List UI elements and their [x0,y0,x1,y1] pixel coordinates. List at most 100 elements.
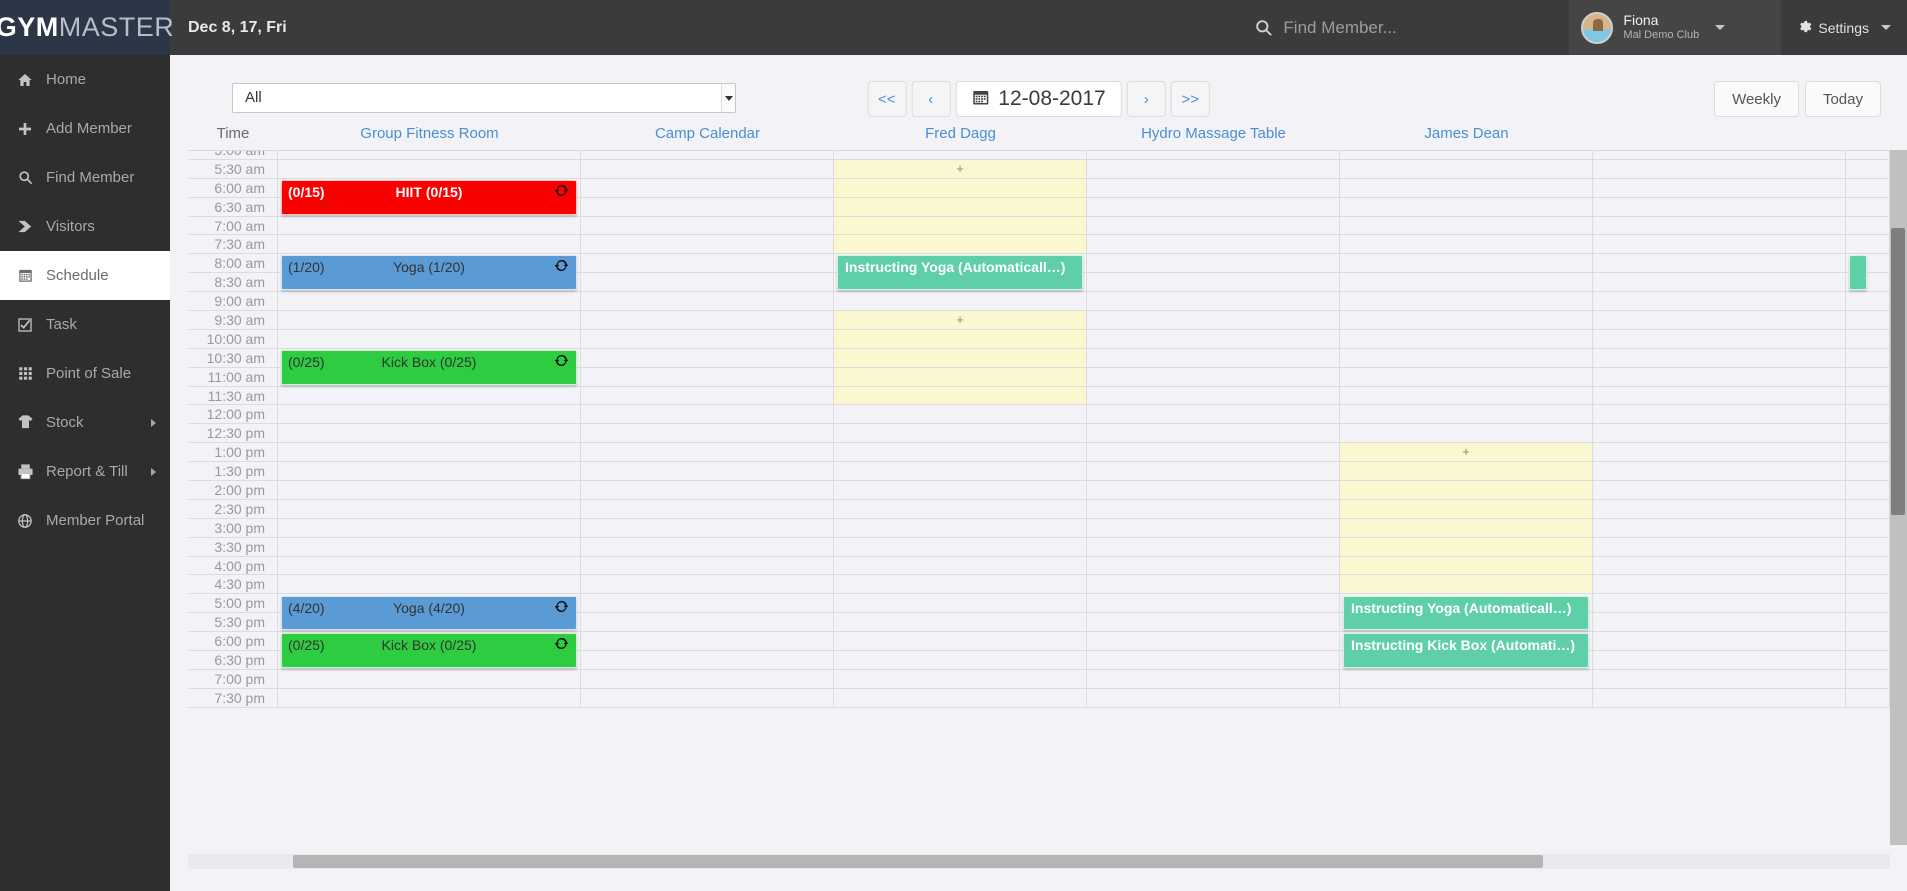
calendar-cell[interactable] [1340,235,1593,255]
chevron-down-icon[interactable] [721,84,735,112]
availability-slot[interactable] [1340,556,1593,576]
calendar-cell[interactable] [1087,575,1340,595]
column-header-group-fitness-room[interactable]: Group Fitness Room [278,125,581,142]
calendar-cell[interactable] [1087,499,1340,519]
calendar-cell[interactable] [278,216,581,236]
calendar-cell[interactable] [1846,462,1890,482]
calendar-cell[interactable] [834,518,1087,538]
calendar-cell[interactable] [1087,424,1340,444]
calendar-cell[interactable] [278,235,581,255]
calendar-cell[interactable] [1087,197,1340,217]
calendar-cell[interactable] [1087,311,1340,330]
calendar-cell[interactable] [1593,575,1846,595]
calendar-cell[interactable] [834,594,1087,614]
calendar-cell[interactable] [1846,386,1890,406]
column-header-fred-dagg[interactable]: Fred Dagg [834,125,1087,142]
calendar-cell[interactable] [1846,575,1890,595]
column-header-james-dean[interactable]: James Dean [1340,125,1593,142]
availability-slot[interactable] [1340,518,1593,538]
calendar-cell[interactable] [1593,499,1846,519]
availability-slot[interactable] [1340,537,1593,557]
calendar-cell[interactable] [1846,311,1890,330]
calendar-cell[interactable] [1087,594,1340,614]
calendar-cell[interactable] [1087,537,1340,557]
calendar-cell[interactable] [834,575,1087,595]
calendar-cell[interactable] [1087,443,1340,463]
calendar-cell[interactable] [278,481,581,500]
calendar-cell[interactable] [1087,178,1340,198]
calendar-event[interactable]: (1/20) Yoga (1/20) [281,255,577,291]
calendar-cell[interactable] [1087,556,1340,576]
availability-slot[interactable] [1340,462,1593,482]
calendar-cell[interactable] [1846,178,1890,198]
app-logo[interactable]: GYM MASTER [0,0,174,55]
calendar-cell[interactable] [581,292,834,312]
calendar-cell[interactable] [1340,669,1593,689]
calendar-cell[interactable] [1846,632,1890,652]
sidebar-item-task[interactable]: Task [0,300,170,349]
sidebar-item-report-till[interactable]: Report & Till [0,447,170,496]
calendar-cell[interactable] [1087,292,1340,312]
calendar-cell[interactable] [278,688,581,708]
calendar-cell[interactable] [1593,405,1846,425]
availability-slot[interactable] [834,235,1087,255]
vertical-scrollbar[interactable] [1890,150,1907,845]
calendar-cell[interactable] [1087,651,1340,670]
calendar-cell[interactable] [581,481,834,500]
calendar-cell[interactable] [1593,367,1846,387]
calendar-cell[interactable] [1593,518,1846,538]
calendar-cell[interactable] [834,556,1087,576]
calendar-cell[interactable] [1087,688,1340,708]
calendar-cell[interactable] [1593,216,1846,236]
calendar-cell[interactable] [1593,669,1846,689]
calendar-cell[interactable] [1846,367,1890,387]
calendar-cell[interactable] [834,443,1087,463]
calendar-cell[interactable] [278,499,581,519]
calendar-cell[interactable] [1340,329,1593,349]
calendar-cell[interactable] [1340,424,1593,444]
calendar-cell[interactable] [834,462,1087,482]
calendar-cell[interactable] [278,405,581,425]
calendar-cell[interactable] [581,594,834,614]
calendar-cell[interactable] [1593,537,1846,557]
calendar-cell[interactable] [1846,151,1890,160]
calendar-cell[interactable] [834,651,1087,670]
calendar-cell[interactable] [1846,594,1890,614]
calendar-cell[interactable] [1340,386,1593,406]
next-day-button[interactable]: › [1126,81,1166,117]
calendar-cell[interactable] [1340,348,1593,368]
calendar-cell[interactable] [1593,292,1846,312]
calendar-cell[interactable] [1846,556,1890,576]
calendar-cell[interactable] [581,151,834,160]
calendar-event[interactable]: (4/20) Yoga (4/20) [281,595,577,631]
calendar-cell[interactable] [834,688,1087,708]
calendar-cell[interactable] [278,292,581,312]
calendar-cell[interactable] [1087,151,1340,160]
first-page-button[interactable]: << [867,81,907,117]
calendar-cell[interactable] [834,292,1087,312]
calendar-cell[interactable] [1846,405,1890,425]
calendar-cell[interactable] [1340,688,1593,708]
calendar-cell[interactable] [581,329,834,349]
calendar-cell[interactable] [1087,254,1340,274]
calendar-cell[interactable] [581,273,834,293]
calendar-cell[interactable] [581,254,834,274]
calendar-cell[interactable] [1593,443,1846,463]
calendar-cell[interactable] [1593,613,1846,633]
vertical-scrollbar-thumb[interactable] [1891,228,1905,515]
calendar-cell[interactable] [1087,386,1340,406]
search-input[interactable] [1283,17,1544,38]
calendar-cell[interactable] [1340,197,1593,217]
settings-menu[interactable]: Settings [1781,0,1907,55]
calendar-cell[interactable] [1846,424,1890,444]
calendar-cell[interactable] [1593,235,1846,255]
calendar-cell[interactable] [1593,424,1846,444]
calendar-cell[interactable] [1846,518,1890,538]
availability-slot[interactable] [1340,481,1593,500]
calendar-cell[interactable] [581,367,834,387]
sidebar-item-member-portal[interactable]: Member Portal [0,496,170,545]
calendar-event[interactable]: Instructing Yoga (Automaticall…) [1343,595,1589,631]
sidebar-item-add-member[interactable]: Add Member [0,104,170,153]
calendar-cell[interactable] [834,424,1087,444]
calendar-cell[interactable] [581,424,834,444]
